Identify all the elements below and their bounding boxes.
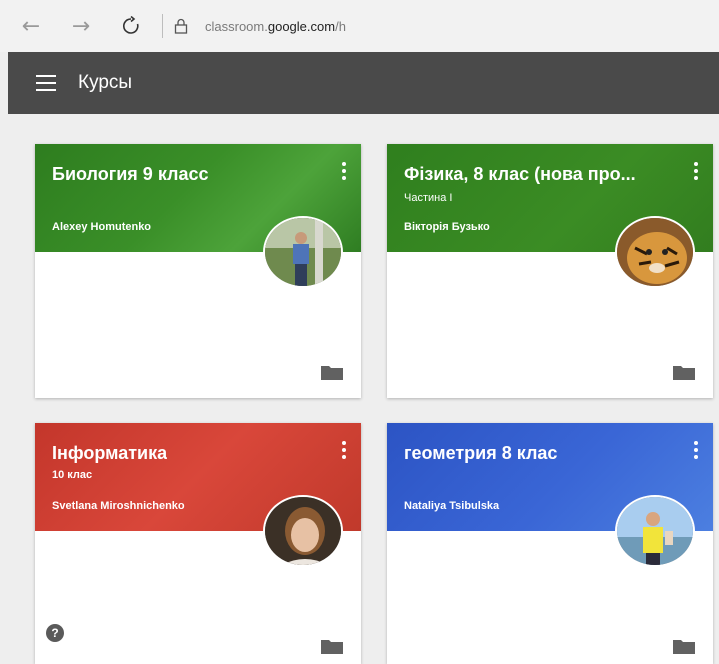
browser-toolbar: ← → classroom.google.com/h bbox=[0, 0, 719, 52]
course-banner[interactable]: Биология 9 класс Alexey Homutenko bbox=[35, 144, 361, 288]
course-title[interactable]: Інформатика bbox=[52, 443, 167, 464]
folder-icon[interactable] bbox=[321, 364, 343, 380]
course-banner[interactable]: геометрия 8 клас Nataliya Tsibulska bbox=[387, 423, 713, 567]
url-prefix: classroom. bbox=[205, 18, 268, 34]
folder-icon[interactable] bbox=[673, 638, 695, 654]
course-card-informatics[interactable]: Інформатика 10 клас Svetlana Miroshniche… bbox=[35, 423, 361, 664]
url-domain: google.com bbox=[267, 18, 336, 34]
course-card-biology[interactable]: Биология 9 класс Alexey Homutenko bbox=[35, 144, 361, 398]
course-card-geometry[interactable]: геометрия 8 клас Nataliya Tsibulska bbox=[387, 423, 713, 664]
course-banner[interactable]: Фізика, 8 клас (нова про... Частина I Ві… bbox=[387, 144, 713, 288]
folder-icon[interactable] bbox=[321, 638, 343, 654]
page-title: Курсы bbox=[78, 72, 133, 93]
course-banner[interactable]: Інформатика 10 клас Svetlana Miroshniche… bbox=[35, 423, 361, 567]
course-title[interactable]: Биология 9 класс bbox=[52, 164, 209, 185]
toolbar-divider bbox=[162, 14, 163, 38]
teacher-avatar bbox=[263, 216, 343, 288]
forward-arrow-icon[interactable]: → bbox=[66, 11, 96, 41]
url-suffix: /h bbox=[335, 18, 346, 34]
course-title[interactable]: Фізика, 8 клас (нова про... bbox=[404, 164, 636, 185]
more-vert-icon[interactable] bbox=[341, 441, 347, 459]
teacher-avatar bbox=[263, 495, 343, 567]
course-section[interactable]: 10 клас bbox=[52, 469, 92, 481]
help-icon[interactable]: ? bbox=[46, 624, 64, 642]
back-arrow-icon[interactable]: ← bbox=[16, 11, 46, 41]
course-title[interactable]: геометрия 8 клас bbox=[404, 443, 557, 464]
more-vert-icon[interactable] bbox=[341, 162, 347, 180]
teacher-avatar bbox=[615, 495, 695, 567]
folder-icon[interactable] bbox=[673, 364, 695, 380]
course-teacher[interactable]: Nataliya Tsibulska bbox=[404, 500, 499, 512]
course-card-physics[interactable]: Фізика, 8 клас (нова про... Частина I Ві… bbox=[387, 144, 713, 398]
reload-icon[interactable] bbox=[116, 11, 146, 41]
lock-icon bbox=[171, 16, 191, 36]
course-teacher[interactable]: Alexey Homutenko bbox=[52, 221, 151, 233]
more-vert-icon[interactable] bbox=[693, 162, 699, 180]
course-section[interactable]: Частина I bbox=[404, 192, 452, 204]
course-teacher[interactable]: Вікторія Бузько bbox=[404, 221, 490, 233]
teacher-avatar bbox=[615, 216, 695, 288]
more-vert-icon[interactable] bbox=[693, 441, 699, 459]
address-bar[interactable]: classroom.google.com/h bbox=[205, 19, 346, 34]
app-header: Курсы bbox=[8, 52, 719, 114]
hamburger-menu-icon[interactable] bbox=[36, 75, 56, 91]
course-teacher[interactable]: Svetlana Miroshnichenko bbox=[52, 500, 185, 512]
